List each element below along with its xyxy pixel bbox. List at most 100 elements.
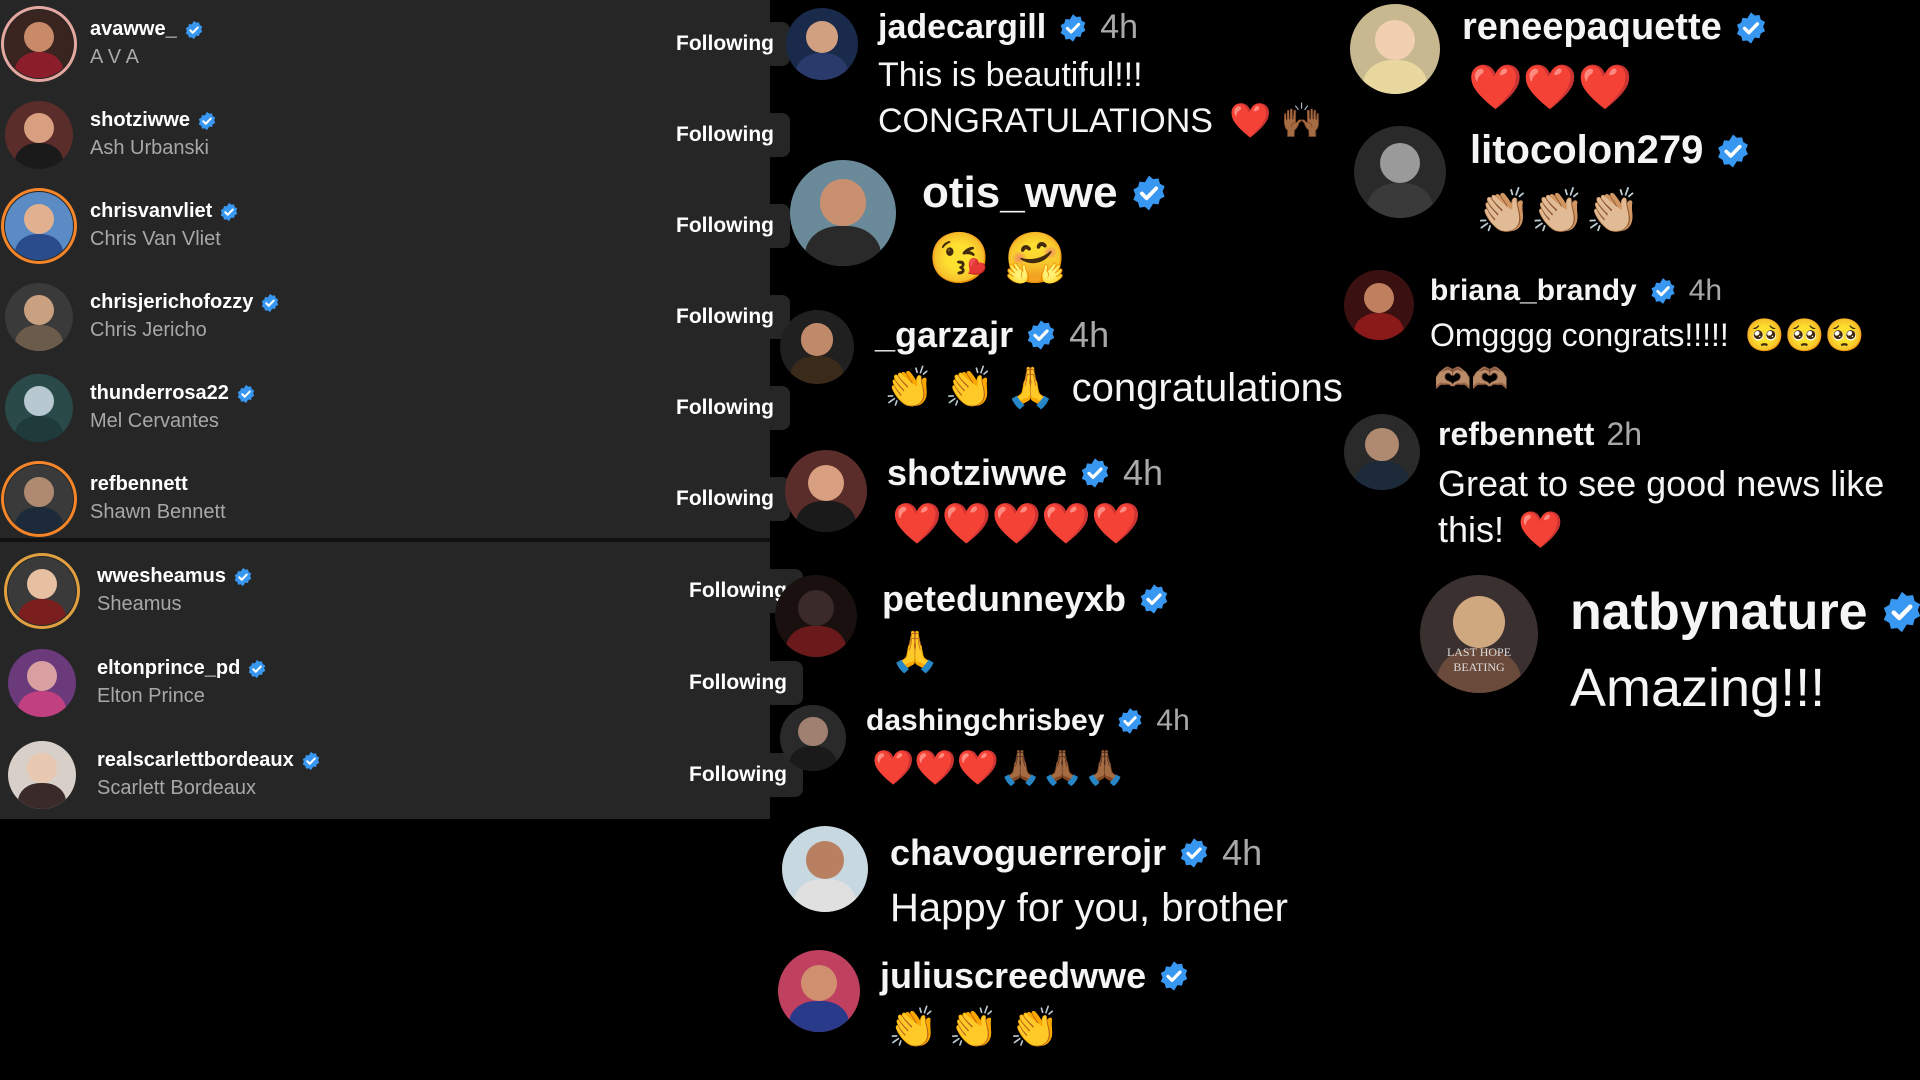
following-username[interactable]: thunderrosa22 <box>90 382 256 405</box>
commenter-avatar[interactable] <box>780 310 854 384</box>
following-button[interactable]: Following <box>673 753 803 797</box>
comment-username[interactable]: reneepaquette <box>1462 6 1722 49</box>
following-full-name: Shawn Bennett <box>90 501 226 523</box>
avatar-body-shape <box>17 691 67 717</box>
comment-username[interactable]: litocolon279 <box>1470 128 1703 173</box>
comment-header: juliuscreedwwe <box>880 955 1190 997</box>
verified-badge-icon <box>1025 319 1057 351</box>
comment-timestamp: 2h <box>1606 416 1643 452</box>
following-button[interactable]: Following <box>660 113 790 157</box>
following-username[interactable]: chrisvanvliet <box>90 200 239 223</box>
following-username[interactable]: avawwe_ <box>90 18 204 41</box>
comment-header: refbennett 2h <box>1438 416 1642 453</box>
commenter-avatar[interactable] <box>1350 4 1440 94</box>
following-full-name: A V A <box>90 46 139 68</box>
comment-header: litocolon279 <box>1470 128 1751 173</box>
avatar-face-shape <box>1375 20 1415 60</box>
comment-emoji: 🥺🥺🥺 <box>1744 317 1865 353</box>
comment-username[interactable]: jadecargill <box>878 8 1046 47</box>
comment-username[interactable]: petedunneyxb <box>882 578 1126 620</box>
avatar-face-shape <box>1379 142 1421 184</box>
comment-emoji: 👏🏼👏🏼👏🏼 <box>1476 187 1641 236</box>
avatar-face-shape <box>798 716 828 746</box>
verified-badge-icon <box>233 567 253 587</box>
commenter-avatar[interactable]: LAST HOPE BEATING <box>1420 575 1538 693</box>
avatar-face-shape <box>27 661 57 692</box>
avatar-face-shape <box>1365 427 1399 462</box>
avatar[interactable] <box>8 649 76 717</box>
following-button[interactable]: Following <box>660 386 790 430</box>
avatar-body-shape <box>789 745 837 771</box>
comment-text: this! ❤️ <box>1438 508 1563 551</box>
comment-username[interactable]: chavoguerrerojr <box>890 832 1166 874</box>
following-button[interactable]: Following <box>660 477 790 521</box>
following-panel-top <box>0 0 770 538</box>
following-username[interactable]: shotziwwe <box>90 109 217 132</box>
comment-header: dashingchrisbey 4h <box>866 704 1190 738</box>
avatar[interactable] <box>5 101 73 169</box>
verified-badge-icon <box>1058 13 1088 43</box>
avatar[interactable] <box>8 557 76 625</box>
following-username[interactable]: realscarlettbordeaux <box>97 749 321 772</box>
avatar[interactable] <box>8 741 76 809</box>
avatar-body-shape <box>14 143 64 169</box>
comment-username[interactable]: natbynature <box>1570 582 1868 642</box>
commenter-avatar[interactable] <box>780 705 846 771</box>
avatar-face-shape <box>1453 596 1505 649</box>
commenter-avatar[interactable] <box>1354 126 1446 218</box>
avatar[interactable] <box>5 465 73 533</box>
verified-badge-icon <box>197 111 217 131</box>
comment-text: Great to see good news like <box>1438 463 1885 504</box>
comment-emoji: ❤️❤️❤️ <box>1468 63 1633 112</box>
avatar[interactable] <box>5 283 73 351</box>
commenter-avatar[interactable] <box>1344 414 1420 490</box>
avatar-face-shape <box>27 753 57 784</box>
avatar-face-shape <box>797 589 835 626</box>
commenter-avatar[interactable] <box>786 8 858 80</box>
comment-emoji: ❤️ <box>1518 509 1563 550</box>
avatar-face-shape <box>819 179 867 226</box>
following-full-name: Chris Van Vliet <box>90 228 221 250</box>
comment-header: shotziwwe 4h <box>887 452 1163 494</box>
following-full-name: Chris Jericho <box>90 319 207 341</box>
following-username[interactable]: refbennett <box>90 473 188 496</box>
comment-username[interactable]: otis_wwe <box>922 168 1118 218</box>
commenter-avatar[interactable] <box>790 160 896 266</box>
following-button[interactable]: Following <box>673 661 803 705</box>
comment-timestamp: 4h <box>1100 8 1139 46</box>
comment-header: reneepaquette <box>1462 6 1768 49</box>
following-username[interactable]: chrisjerichofozzy <box>90 291 280 314</box>
following-button[interactable]: Following <box>660 295 790 339</box>
comment-header: jadecargill 4h <box>878 8 1138 47</box>
comment-text-word: this! <box>1438 509 1505 550</box>
commenter-avatar[interactable] <box>782 826 868 912</box>
avatar[interactable] <box>5 192 73 260</box>
comment-text: 👏 👏 🙏 congratulations <box>884 364 1343 412</box>
comment-username[interactable]: refbennett <box>1438 416 1594 453</box>
avatar-body-shape <box>14 416 64 442</box>
comment-username[interactable]: briana_brandy <box>1430 274 1637 308</box>
following-button[interactable]: Following <box>660 22 790 66</box>
following-button[interactable]: Following <box>660 204 790 248</box>
commenter-avatar[interactable] <box>1344 270 1414 340</box>
avatar[interactable] <box>5 374 73 442</box>
comment-timestamp: 4h <box>1222 832 1263 873</box>
avatar-face-shape <box>1363 282 1395 314</box>
commenter-avatar[interactable] <box>778 950 860 1032</box>
commenter-avatar[interactable] <box>785 450 867 532</box>
comment-username[interactable]: shotziwwe <box>887 452 1067 494</box>
comment-text: CONGRATULATIONS ❤️ 🙌🏾 <box>878 101 1323 142</box>
commenter-avatar[interactable] <box>775 575 857 657</box>
comment-timestamp: 4h <box>1156 704 1190 737</box>
following-username[interactable]: eltonprince_pd <box>97 657 267 680</box>
avatar-face-shape <box>24 477 54 508</box>
avatar-face-shape <box>27 569 57 600</box>
comment-username[interactable]: juliuscreedwwe <box>880 955 1146 997</box>
avatar-body-shape <box>17 783 67 809</box>
comment-username[interactable]: _garzajr <box>875 314 1013 356</box>
avatar[interactable] <box>5 10 73 78</box>
following-username[interactable]: wwesheamus <box>97 565 253 588</box>
comment-username[interactable]: dashingchrisbey <box>866 704 1104 738</box>
verified-badge-icon <box>1715 133 1751 169</box>
comment-header: chavoguerrerojr 4h <box>890 832 1262 874</box>
